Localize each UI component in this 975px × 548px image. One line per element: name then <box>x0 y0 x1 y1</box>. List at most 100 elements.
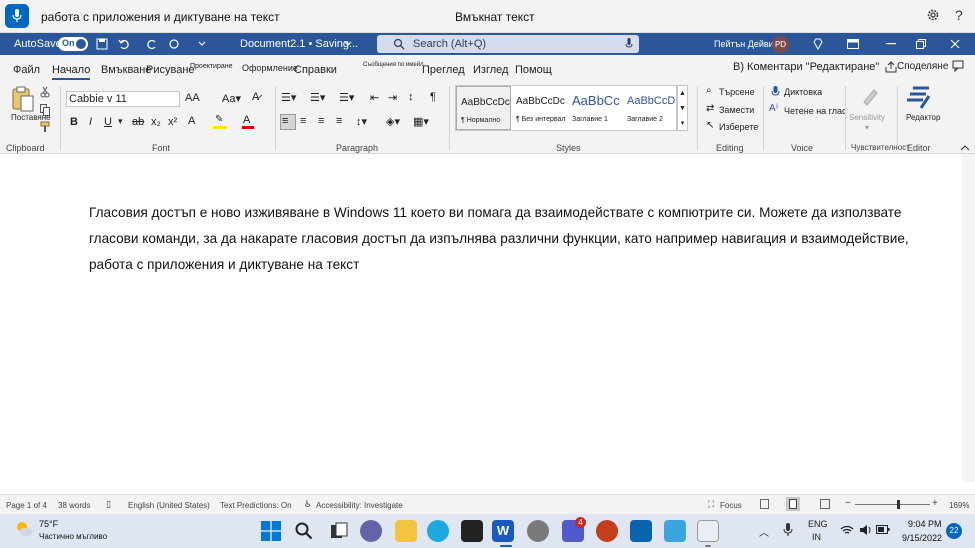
customize-toolbar-icon[interactable] <box>198 41 206 47</box>
language-top[interactable]: ENG <box>808 519 828 529</box>
wifi-icon[interactable] <box>840 524 854 536</box>
superscript-button[interactable]: x² <box>168 116 177 128</box>
underline-button[interactable]: U <box>104 116 112 128</box>
accessibility-status[interactable]: Accessibility: Investigate <box>316 501 403 510</box>
subscript-button[interactable]: x₂ <box>151 116 161 128</box>
copy-icon[interactable] <box>40 104 50 116</box>
collapse-ribbon-icon[interactable] <box>960 145 970 151</box>
focus-button[interactable]: Focus <box>720 501 742 510</box>
volume-icon[interactable] <box>859 524 873 536</box>
styles-scroll[interactable]: ▲ ▼ ▾ <box>677 85 688 131</box>
style-heading-2[interactable]: AaBbCcD Заглавие 2 <box>623 86 678 130</box>
shading-button[interactable]: ◈▾ <box>386 115 400 128</box>
file-explorer-icon[interactable] <box>395 520 417 542</box>
page-count[interactable]: Page 1 of 4 <box>6 501 47 510</box>
proofing-icon[interactable]: ▯ <box>106 499 111 510</box>
decrease-indent-button[interactable]: ⇤ <box>370 91 379 104</box>
voice-access-app-icon[interactable] <box>697 520 719 542</box>
clock-time[interactable]: 9:04 PM <box>908 519 942 529</box>
style-heading-1[interactable]: AaBbCc Заглавие 1 <box>568 86 623 130</box>
sensitivity-dropdown[interactable]: ▾ <box>865 123 869 132</box>
redo-icon[interactable] <box>146 38 158 50</box>
highlight-icon[interactable]: ✎ <box>213 114 227 129</box>
weather-description[interactable]: Частично мъгливо <box>39 532 107 541</box>
word-app-icon[interactable]: W <box>492 520 514 542</box>
style-normal[interactable]: AaBbCcDc ¶ Нормално <box>456 86 511 130</box>
document-title[interactable]: Document2.1 • Saving... <box>240 38 358 50</box>
close-icon[interactable] <box>950 39 960 49</box>
powerpoint-icon[interactable] <box>596 520 618 542</box>
share-button[interactable]: Споделяне <box>897 61 948 72</box>
autosave-toggle[interactable]: On <box>58 37 88 51</box>
style-no-spacing[interactable]: AaBbCcDc ¶ Без интервал <box>512 86 567 130</box>
diamond-icon[interactable] <box>812 38 824 50</box>
comment-icon[interactable] <box>952 60 964 72</box>
sensitivity-button[interactable]: Sensitivity <box>849 113 885 122</box>
text-predictions[interactable]: Text Predictions: On <box>220 501 292 510</box>
edge-icon[interactable] <box>427 520 449 542</box>
ribbon-display-icon[interactable] <box>847 39 859 49</box>
start-windows-icon[interactable] <box>261 521 281 541</box>
zoom-slider[interactable] <box>855 504 930 505</box>
align-right-button[interactable]: ≡ <box>318 115 324 127</box>
dictate-button[interactable]: Диктовка <box>784 87 822 97</box>
strikethrough-button[interactable]: ab <box>132 116 144 128</box>
format-painter-icon[interactable] <box>40 121 52 133</box>
task-view-icon[interactable] <box>330 522 348 540</box>
mail-icon[interactable] <box>630 520 652 542</box>
notification-count-badge[interactable]: 22 <box>946 523 962 539</box>
editor-button[interactable]: Редактор <box>906 113 940 122</box>
increase-indent-button[interactable]: ⇥ <box>388 91 397 104</box>
cut-icon[interactable] <box>40 86 50 98</box>
language-indicator[interactable]: English (United States) <box>128 501 210 510</box>
web-layout-icon[interactable] <box>820 499 830 509</box>
tab-help[interactable]: Помощ <box>515 64 552 76</box>
chevron-down-icon[interactable] <box>344 41 352 47</box>
help-button[interactable]: ? <box>955 7 963 23</box>
find-button[interactable]: Търсене <box>719 87 755 97</box>
document-canvas[interactable]: Гласовия достъп е ново изживяване в Wind… <box>0 154 962 482</box>
avatar[interactable]: PD <box>772 36 789 53</box>
bullets-button[interactable]: ☰▾ <box>281 91 296 104</box>
font-name-box[interactable]: Cabbie v 11 <box>66 91 180 107</box>
zoom-level[interactable]: 169% <box>949 501 969 510</box>
vertical-scrollbar[interactable] <box>962 154 975 482</box>
store-icon[interactable] <box>461 520 483 542</box>
line-spacing-button[interactable]: ↕▾ <box>356 115 367 128</box>
tab-mailings[interactable]: Съобщения по имейл <box>363 62 424 68</box>
print-layout-button[interactable] <box>786 497 800 511</box>
underline-dropdown[interactable]: ▾ <box>118 116 123 127</box>
tab-view[interactable]: Изглед <box>473 64 508 76</box>
select-button[interactable]: Изберете <box>719 122 758 132</box>
justify-button[interactable]: ≡ <box>336 115 342 127</box>
tab-references[interactable]: Справки <box>294 64 337 76</box>
undo-icon[interactable] <box>118 38 130 50</box>
settings-gear-icon[interactable] <box>926 8 940 22</box>
font-color-icon[interactable]: A <box>242 114 254 129</box>
clear-formatting-button[interactable]: A̷ <box>252 91 259 103</box>
tab-insert[interactable]: Вмъкване <box>101 64 152 76</box>
people-icon[interactable] <box>664 520 686 542</box>
multilevel-list-button[interactable]: ☰▾ <box>339 91 354 104</box>
zoom-slider-thumb[interactable] <box>897 500 900 509</box>
bold-button[interactable]: B <box>70 116 78 128</box>
numbering-button[interactable]: ☰▾ <box>310 91 325 104</box>
search-mic-icon[interactable] <box>625 38 633 50</box>
tab-home[interactable]: Начало <box>52 64 91 80</box>
align-center-button[interactable]: ≡ <box>300 115 306 127</box>
replace-button[interactable]: Замести <box>719 105 754 115</box>
tab-file[interactable]: Файл <box>13 64 40 76</box>
change-case-button[interactable]: Aa▾ <box>222 92 241 105</box>
weather-temperature[interactable]: 75°F <box>39 519 58 529</box>
settings-app-icon[interactable] <box>527 520 549 542</box>
search-box[interactable]: Search (Alt+Q) <box>377 35 639 53</box>
paste-icon[interactable] <box>12 86 34 112</box>
read-mode-icon[interactable] <box>760 499 769 509</box>
minimize-icon[interactable] <box>886 43 896 45</box>
clock-date[interactable]: 9/15/2022 <box>902 533 942 543</box>
tab-review[interactable]: Преглед <box>422 64 465 76</box>
tab-draw[interactable]: Рисуване <box>146 64 195 76</box>
restore-icon[interactable] <box>916 39 926 49</box>
save-icon[interactable] <box>96 38 108 50</box>
grow-font-button[interactable]: AA <box>185 92 200 104</box>
